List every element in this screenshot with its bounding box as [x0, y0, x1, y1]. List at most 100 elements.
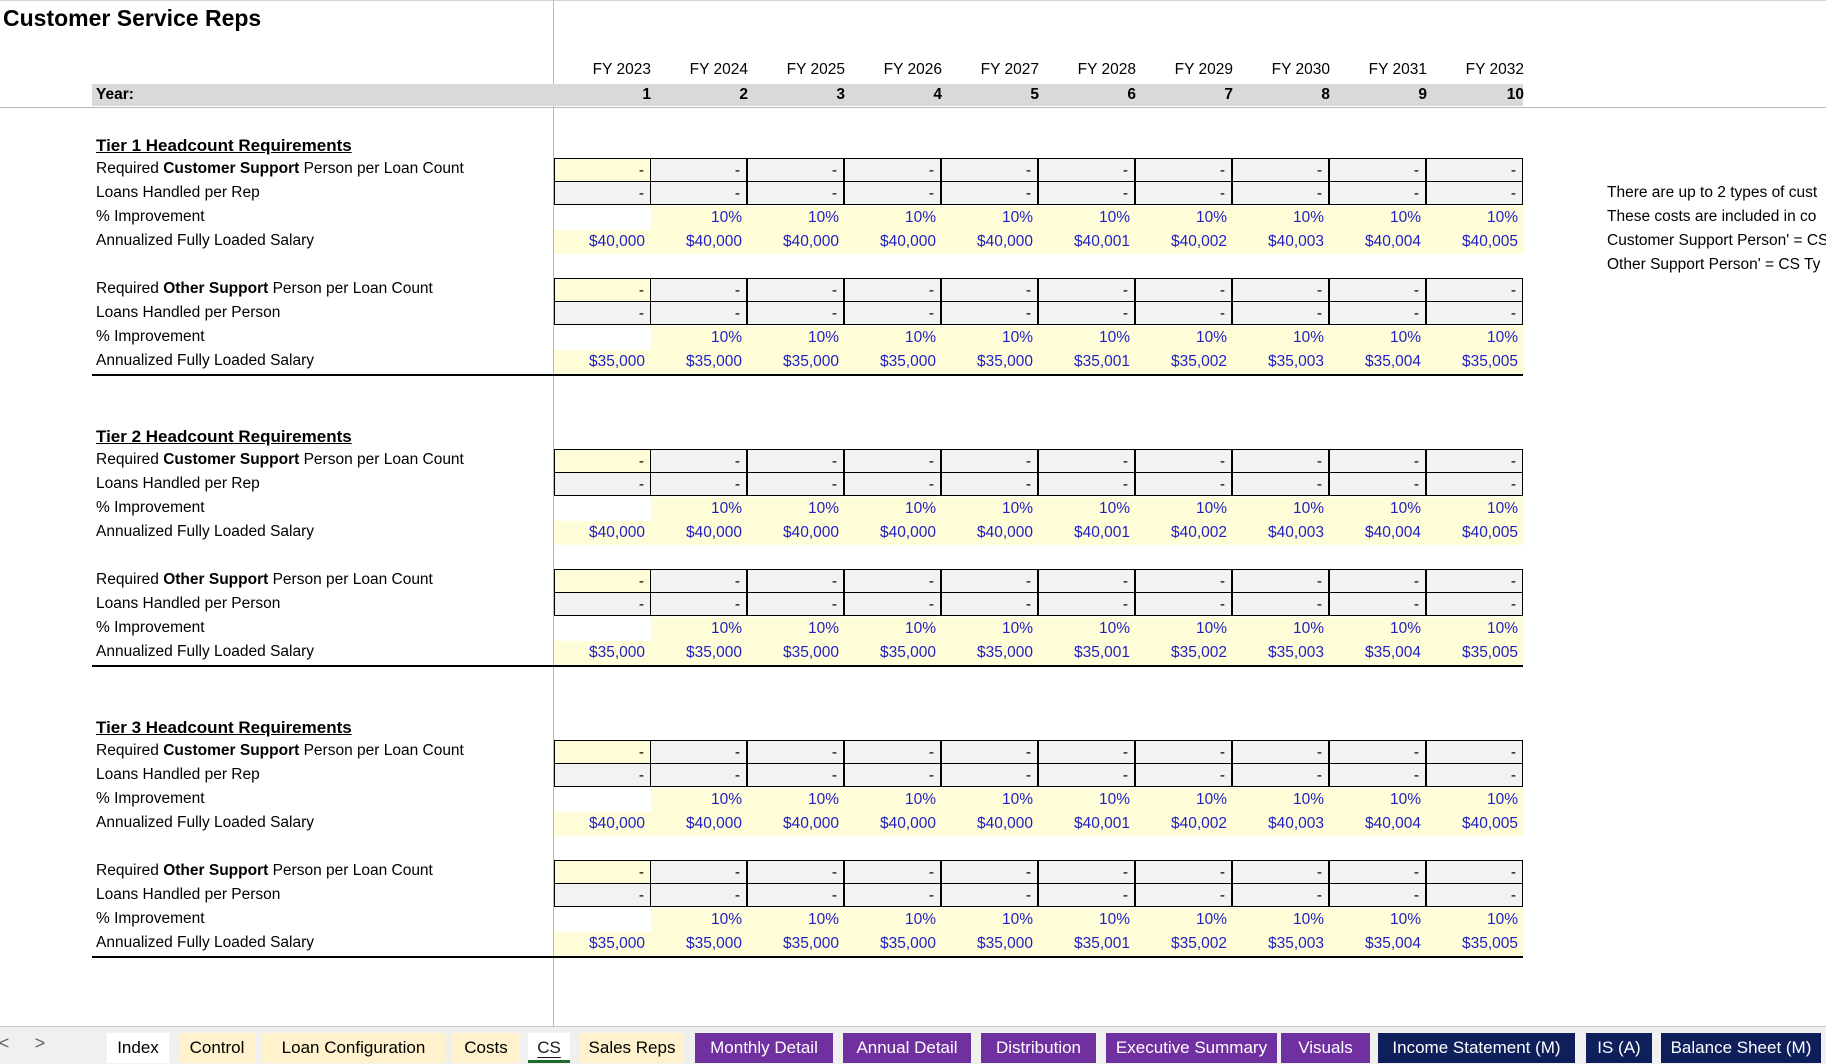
pct-cell[interactable]: 10% [1330, 206, 1427, 230]
calc-cell[interactable]: - [941, 181, 1038, 205]
input-cell[interactable]: - [1426, 278, 1523, 302]
input-cell[interactable]: - [1329, 860, 1426, 884]
salary-cell[interactable]: $40,000 [748, 230, 845, 254]
calc-cell[interactable]: - [1329, 763, 1426, 787]
input-cell[interactable]: - [747, 740, 844, 764]
pct-cell[interactable]: 10% [1427, 788, 1524, 812]
calc-cell[interactable]: - [844, 592, 941, 616]
salary-cell[interactable]: $40,000 [845, 521, 942, 545]
pct-cell[interactable]: 10% [651, 497, 748, 521]
pct-cell[interactable]: 10% [1039, 908, 1136, 932]
input-cell[interactable]: - [650, 158, 747, 182]
input-cell[interactable]: - [941, 158, 1038, 182]
salary-cell[interactable]: $40,003 [1233, 521, 1330, 545]
pct-cell[interactable]: 10% [1427, 326, 1524, 350]
calc-cell[interactable]: - [844, 181, 941, 205]
input-cell[interactable]: - [747, 158, 844, 182]
salary-cell[interactable]: $35,000 [845, 641, 942, 665]
sheet-tab-cs[interactable]: CS [528, 1033, 570, 1063]
calc-cell[interactable]: - [747, 181, 844, 205]
pct-cell[interactable]: 10% [1039, 206, 1136, 230]
calc-cell[interactable]: - [1038, 301, 1135, 325]
calc-cell[interactable]: - [844, 301, 941, 325]
input-cell[interactable]: - [554, 278, 651, 302]
salary-cell[interactable]: $40,004 [1330, 812, 1427, 836]
calc-cell[interactable]: - [1426, 301, 1523, 325]
salary-cell[interactable]: $40,005 [1427, 521, 1524, 545]
pct-cell[interactable]: 10% [651, 326, 748, 350]
pct-cell[interactable]: 10% [942, 497, 1039, 521]
sheet-tab-control[interactable]: Control [179, 1033, 255, 1063]
calc-cell[interactable]: - [1135, 301, 1232, 325]
calc-cell[interactable]: - [650, 181, 747, 205]
input-cell[interactable]: - [1232, 449, 1329, 473]
input-cell[interactable]: - [844, 860, 941, 884]
calc-cell[interactable]: - [844, 763, 941, 787]
pct-cell[interactable]: 10% [1136, 788, 1233, 812]
input-cell[interactable]: - [1038, 158, 1135, 182]
input-cell[interactable]: - [1232, 569, 1329, 593]
salary-cell[interactable]: $35,001 [1039, 641, 1136, 665]
pct-cell[interactable]: 10% [1136, 908, 1233, 932]
calc-cell[interactable]: - [1426, 592, 1523, 616]
pct-cell[interactable]: 10% [942, 206, 1039, 230]
input-cell[interactable]: - [1038, 569, 1135, 593]
calc-cell[interactable]: - [554, 763, 651, 787]
pct-cell[interactable] [554, 617, 651, 641]
salary-cell[interactable]: $40,004 [1330, 230, 1427, 254]
salary-cell[interactable]: $35,000 [554, 350, 651, 374]
pct-cell[interactable]: 10% [1330, 497, 1427, 521]
pct-cell[interactable]: 10% [1330, 326, 1427, 350]
salary-cell[interactable]: $35,000 [554, 932, 651, 956]
salary-cell[interactable]: $40,001 [1039, 812, 1136, 836]
salary-cell[interactable]: $40,003 [1233, 230, 1330, 254]
salary-cell[interactable]: $35,005 [1427, 350, 1524, 374]
calc-cell[interactable]: - [1135, 763, 1232, 787]
calc-cell[interactable]: - [747, 592, 844, 616]
pct-cell[interactable]: 10% [1330, 788, 1427, 812]
input-cell[interactable]: - [941, 740, 1038, 764]
calc-cell[interactable]: - [1329, 181, 1426, 205]
salary-cell[interactable]: $35,000 [942, 641, 1039, 665]
calc-cell[interactable]: - [650, 472, 747, 496]
pct-cell[interactable]: 10% [1330, 908, 1427, 932]
calc-cell[interactable]: - [941, 301, 1038, 325]
salary-cell[interactable]: $40,001 [1039, 230, 1136, 254]
salary-cell[interactable]: $35,000 [845, 350, 942, 374]
input-cell[interactable]: - [1038, 860, 1135, 884]
input-cell[interactable]: - [1135, 158, 1232, 182]
input-cell[interactable]: - [1232, 740, 1329, 764]
input-cell[interactable]: - [941, 860, 1038, 884]
salary-cell[interactable]: $40,000 [651, 521, 748, 545]
salary-cell[interactable]: $35,000 [651, 350, 748, 374]
calc-cell[interactable]: - [1232, 181, 1329, 205]
sheet-tab-monthly-detail[interactable]: Monthly Detail [695, 1033, 833, 1063]
salary-cell[interactable]: $40,005 [1427, 812, 1524, 836]
salary-cell[interactable]: $40,000 [748, 812, 845, 836]
salary-cell[interactable]: $40,000 [748, 521, 845, 545]
input-cell[interactable]: - [1426, 740, 1523, 764]
salary-cell[interactable]: $35,000 [942, 350, 1039, 374]
pct-cell[interactable]: 10% [1136, 206, 1233, 230]
pct-cell[interactable]: 10% [1039, 326, 1136, 350]
calc-cell[interactable]: - [650, 883, 747, 907]
pct-cell[interactable]: 10% [1427, 908, 1524, 932]
input-cell[interactable]: - [941, 278, 1038, 302]
calc-cell[interactable]: - [1232, 301, 1329, 325]
salary-cell[interactable]: $35,004 [1330, 641, 1427, 665]
calc-cell[interactable]: - [1426, 763, 1523, 787]
input-cell[interactable]: - [747, 860, 844, 884]
salary-cell[interactable]: $35,005 [1427, 641, 1524, 665]
salary-cell[interactable]: $40,003 [1233, 812, 1330, 836]
salary-cell[interactable]: $40,000 [845, 812, 942, 836]
sheet-tab-loan-configuration[interactable]: Loan Configuration [262, 1033, 445, 1063]
input-cell[interactable]: - [1232, 860, 1329, 884]
pct-cell[interactable]: 10% [1136, 497, 1233, 521]
input-cell[interactable]: - [554, 569, 651, 593]
salary-cell[interactable]: $35,000 [651, 641, 748, 665]
input-cell[interactable]: - [1329, 569, 1426, 593]
sheet-tab-costs[interactable]: Costs [452, 1033, 520, 1063]
pct-cell[interactable]: 10% [1427, 497, 1524, 521]
input-cell[interactable]: - [747, 278, 844, 302]
calc-cell[interactable]: - [1038, 763, 1135, 787]
